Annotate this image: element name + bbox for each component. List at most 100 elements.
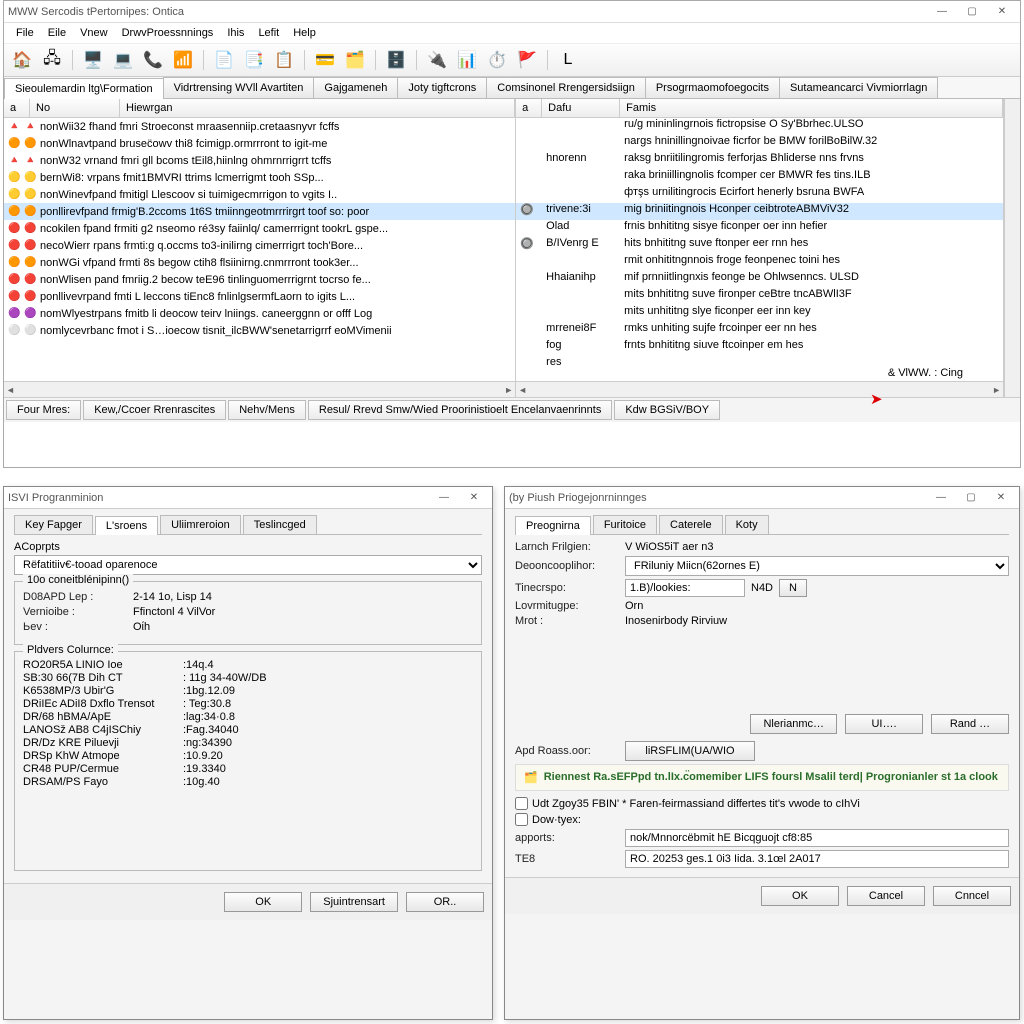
dlg-left-tab-3[interactable]: Teslincged	[243, 515, 317, 534]
dlg-left-tab-1[interactable]: L'sroens	[95, 516, 158, 535]
table-row[interactable]: фтşs urnilitingrocis Ecirfort henerly bs…	[516, 186, 1003, 203]
table-row[interactable]: Hhaianihpmif prnniitlingnxis feonge be O…	[516, 271, 1003, 288]
bottom-tab-0[interactable]: Four Mres:	[6, 400, 81, 420]
main-tab-5[interactable]: Prsogrmaomofoegocits	[645, 77, 780, 98]
apports-input[interactable]	[625, 829, 1009, 847]
dlg-left-minimize[interactable]: —	[430, 489, 458, 507]
dlg-left-tab-2[interactable]: Uliimreroion	[160, 515, 241, 534]
list-item[interactable]: K6538MP/3 Ubir'G:1bg.12.09	[23, 685, 473, 697]
list-item[interactable]: LANOSž AB8 C4jISChiy:Fag.34040	[23, 724, 473, 736]
phone-icon[interactable]: 📞	[141, 48, 165, 72]
list-item[interactable]: DR/Dz KRE Piluevji:ng:34390	[23, 737, 473, 749]
right-grid[interactable]: & VlWW. : Cing ru/g mininlingrnois fictr…	[516, 118, 1003, 381]
table-row[interactable]: 🔴🔴nonWlisen pand fmriig.2 becow teE96 ti…	[4, 271, 515, 288]
list-item[interactable]: RO20R5A LINIO Ioe:14q.4	[23, 659, 473, 671]
table-row[interactable]: 🟣🟣nomWlyestrpans fmitb li deocow teirv l…	[4, 305, 515, 322]
main-tab-2[interactable]: Gajgameneh	[313, 77, 398, 98]
menu-left[interactable]: Lefit	[252, 25, 285, 41]
bottom-tab-2[interactable]: Nehv/Mens	[228, 400, 306, 420]
table-row[interactable]: 🟠🟠ponllirevfpand frmig'B.2ccoms 1t6S tmi…	[4, 203, 515, 220]
main-tab-3[interactable]: Joty tigftcrons	[397, 77, 487, 98]
table-row[interactable]: mits bnhititng suve fironper ceBtre tncA…	[516, 288, 1003, 305]
main-tab-1[interactable]: Vidrtrensing WVll Avartiten	[163, 77, 315, 98]
dlg-left-close[interactable]: ✕	[460, 489, 488, 507]
table-row[interactable]: 🟠🟠nonWGi vfpand frmti 8s begow ctih8 fls…	[4, 254, 515, 271]
table-row[interactable]: 🔘B/IVenrg Ehits bnhititng suve ftonper e…	[516, 237, 1003, 254]
col-a[interactable]: a	[4, 99, 30, 117]
db-icon[interactable]: 🗄️	[384, 48, 408, 72]
col-no[interactable]: No	[30, 99, 120, 117]
maximize-button[interactable]: ▢	[958, 3, 986, 21]
main-tab-6[interactable]: Sutameancarci Vivmiorrlagn	[779, 77, 938, 98]
right-vscroll[interactable]	[1004, 99, 1020, 397]
field-select-1[interactable]: FRiluniy Miicn(62ornes E)	[625, 556, 1009, 576]
table-row[interactable]: 🔺🔺nonWii32 fhand fmri Stroeconst mraasen…	[4, 118, 515, 135]
table-row[interactable]: 🔴🔴ncokilen fpand frmiti g2 nseomo ré3sy …	[4, 220, 515, 237]
or-button[interactable]: OR..	[406, 892, 484, 912]
col-datu[interactable]: Dafu	[542, 99, 620, 117]
footer-chip[interactable]: & VlWW. : Cing	[888, 367, 963, 379]
flag-icon[interactable]: 🚩	[515, 48, 539, 72]
letter-L-icon[interactable]: L	[556, 48, 580, 72]
col-a2[interactable]: a	[516, 99, 542, 117]
table-row[interactable]: 🔴🔴necoWierr rpans frmti:g q.occms to3-in…	[4, 237, 515, 254]
table-row[interactable]: raka briniillingnolis fcomper cer BMWR f…	[516, 169, 1003, 186]
left-grid[interactable]: 🔺🔺nonWii32 fhand fmri Stroeconst mraasen…	[4, 118, 515, 381]
menu-prog[interactable]: DrwvProessnnings	[116, 25, 220, 41]
menu-this[interactable]: Ihis	[221, 25, 250, 41]
list-item[interactable]: DRiIEc ADiI8 Dxflo Trensot: Teg:30.8	[23, 698, 473, 710]
acopts-select[interactable]: Rёfatitiiv€-tooad oparenoce	[14, 555, 482, 575]
home-icon[interactable]: 🏠	[10, 48, 34, 72]
dlg-right-tab-3[interactable]: Koty	[725, 515, 769, 534]
sjuintrensart-button[interactable]: Sjuintrensart	[310, 892, 398, 912]
doc3-icon[interactable]: 📋	[272, 48, 296, 72]
col-fams[interactable]: Famis	[620, 99, 1003, 117]
card1-icon[interactable]: 💳	[313, 48, 337, 72]
apd-button[interactable]: liRSFLIM(UA/WIO	[625, 741, 755, 761]
table-row[interactable]: 🟠🟠nonWlnavtpand brusec̈owv thi8 fcimigp.…	[4, 135, 515, 152]
minimize-button[interactable]: —	[928, 3, 956, 21]
table-row[interactable]: ⚪⚪nomlycevrbanc fmot i S…ioecow tisnit_i…	[4, 322, 515, 339]
table-row[interactable]: 🟡🟡bernWi8: vrpans fmit1BMVRI ttrims lcme…	[4, 169, 515, 186]
bottom-tab-4[interactable]: Kdw BGSiV/BOY	[614, 400, 720, 420]
left-hscroll[interactable]: ◄►	[4, 381, 515, 397]
close-button[interactable]: ✕	[988, 3, 1016, 21]
table-row[interactable]: rmit onhititngnnois froge feonpenec toin…	[516, 254, 1003, 271]
table-row[interactable]: Oladfrnis bnhititng sisye ficonper oer i…	[516, 220, 1003, 237]
menu-eile[interactable]: Eile	[42, 25, 72, 41]
right-hscroll[interactable]: ◄►	[516, 381, 1003, 397]
ok-button-r[interactable]: OK	[761, 886, 839, 906]
chart-icon[interactable]: 📊	[455, 48, 479, 72]
menu-file[interactable]: File	[10, 25, 40, 41]
table-row[interactable]: fogfrnts bnhititng siuve ftcoinper em he…	[516, 339, 1003, 356]
card2-icon[interactable]: 🗂️	[343, 48, 367, 72]
list-item[interactable]: DRSAM/PS Fayo:10g.40	[23, 776, 473, 788]
sim-icon[interactable]: 📶	[171, 48, 195, 72]
dlg-right-close[interactable]: ✕	[987, 489, 1015, 507]
check1[interactable]	[515, 797, 528, 810]
table-row[interactable]: mits unhititng slye ficonper eer inn key	[516, 305, 1003, 322]
dlg-right-maximize[interactable]: ▢	[957, 489, 985, 507]
network-icon[interactable]: 🖧	[40, 48, 64, 72]
bottom-tab-1[interactable]: Kew,/Ccoer Rrenrascites	[83, 400, 226, 420]
nerianmc-button[interactable]: Nlerianmc…	[750, 714, 837, 734]
monitor2-icon[interactable]: 💻	[111, 48, 135, 72]
ui-button[interactable]: UI….	[845, 714, 923, 734]
bottom-tab-3[interactable]: Resul/ Rrevd Smw/Wied Proorinistioelt En…	[308, 400, 612, 420]
cnncel-button[interactable]: Cnnсel	[933, 886, 1011, 906]
dlg-right-minimize[interactable]: —	[927, 489, 955, 507]
monitor1-icon[interactable]: 🖥️	[81, 48, 105, 72]
field-input-2[interactable]	[625, 579, 745, 597]
table-row[interactable]: 🔴🔴ponllivevrpand fmti L leccons tiEnc8 f…	[4, 288, 515, 305]
main-tab-0[interactable]: Sieoulemardin ltg\Formation	[4, 78, 164, 99]
table-row[interactable]: mrrenei8Frmks unhiting sujfe frcoinper e…	[516, 322, 1003, 339]
ok-button[interactable]: OK	[224, 892, 302, 912]
rand-button[interactable]: Rand …	[931, 714, 1009, 734]
cancel-button[interactable]: Cancel	[847, 886, 925, 906]
devices-icon[interactable]: 🔌	[425, 48, 449, 72]
dlg-left-tab-0[interactable]: Key Fapger	[14, 515, 93, 534]
doc2-icon[interactable]: 📑	[242, 48, 266, 72]
list-item[interactable]: CR48 PUP/Cermue:19.3340	[23, 763, 473, 775]
menu-view[interactable]: Vnew	[74, 25, 114, 41]
teb-input[interactable]	[625, 850, 1009, 868]
